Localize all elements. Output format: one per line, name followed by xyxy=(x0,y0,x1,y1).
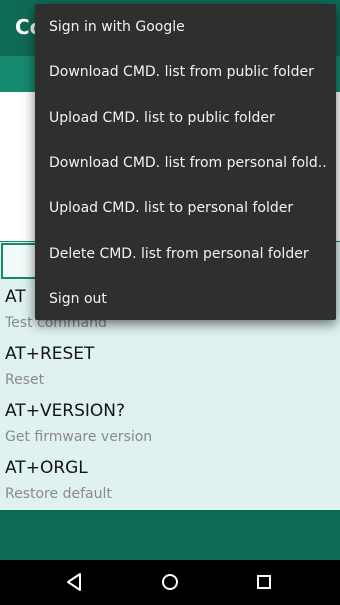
home-circle-icon[interactable] xyxy=(156,568,184,596)
recents-square-icon[interactable] xyxy=(250,568,278,596)
system-navigation-bar xyxy=(0,560,340,605)
command-item[interactable]: AT+ORGL Restore default xyxy=(0,452,340,509)
menu-item-sign-in[interactable]: Sign in with Google xyxy=(35,4,336,49)
command-description: Restore default xyxy=(5,486,112,502)
menu-item-upload-public[interactable]: Upload CMD. list to public folder xyxy=(35,95,336,140)
command-name: AT+VERSION? xyxy=(5,401,126,421)
menu-item-sign-out[interactable]: Sign out xyxy=(35,276,336,321)
menu-item-download-public[interactable]: Download CMD. list from public folder xyxy=(35,49,336,94)
command-item[interactable]: AT+RESET Reset xyxy=(0,338,340,395)
command-name: AT+ORGL xyxy=(5,458,88,478)
menu-item-delete-personal[interactable]: Delete CMD. list from personal folder xyxy=(35,231,336,276)
overflow-menu: Sign in with Google Download CMD. list f… xyxy=(35,4,336,320)
command-name: AT xyxy=(5,287,26,307)
command-item[interactable]: AT+VERSION? Get firmware version xyxy=(0,395,340,452)
menu-item-upload-personal[interactable]: Upload CMD. list to personal folder xyxy=(35,185,336,230)
bottom-bar xyxy=(0,510,340,560)
command-description: Get firmware version xyxy=(5,429,153,445)
menu-item-download-personal[interactable]: Download CMD. list from personal fold.. xyxy=(35,140,336,185)
command-name: AT+RESET xyxy=(5,344,95,364)
command-description: Reset xyxy=(5,372,45,388)
back-triangle-icon[interactable] xyxy=(61,568,89,596)
